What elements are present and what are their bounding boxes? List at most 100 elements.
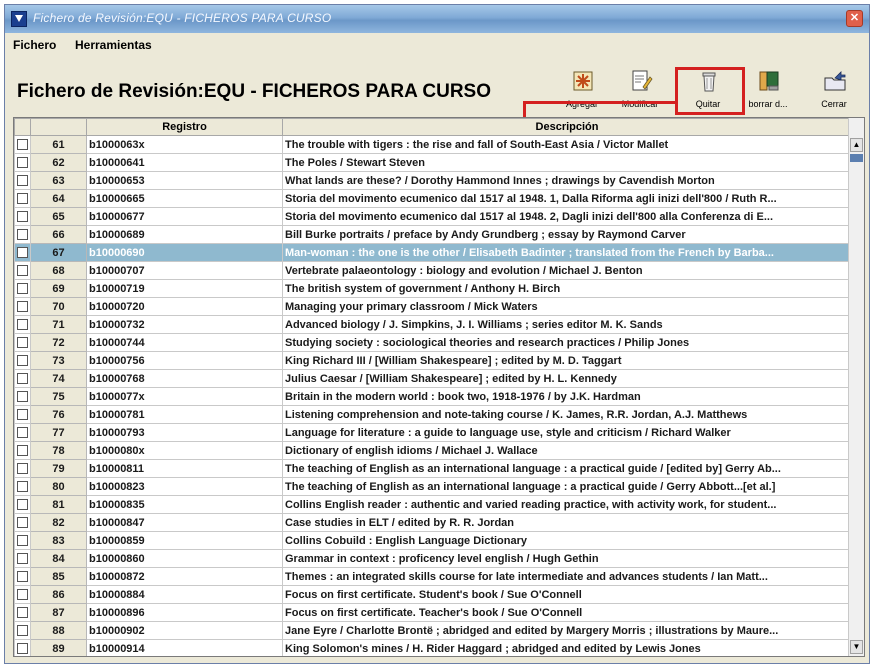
row-descripcion[interactable]: The british system of government / Antho… <box>282 279 852 298</box>
row-checkbox[interactable] <box>17 337 28 349</box>
table-row[interactable]: 89 b10000914 King Solomon's mines / H. Rid… <box>14 639 852 656</box>
table-row[interactable]: 70 b10000720 Managing your primary classro… <box>14 297 852 316</box>
row-registro[interactable]: b10000847 <box>86 513 283 532</box>
row-registro[interactable]: b10000756 <box>86 351 283 370</box>
window-close-button[interactable]: ✕ <box>846 10 863 27</box>
table-row[interactable]: 63 b10000653 What lands are these? / Dorot… <box>14 171 852 190</box>
table-row[interactable]: 87 b10000896 Focus on first certificate. T… <box>14 603 852 622</box>
row-checkbox[interactable] <box>17 139 28 151</box>
row-checkbox-cell[interactable] <box>14 477 31 496</box>
row-checkbox[interactable] <box>17 625 28 637</box>
row-descripcion[interactable]: Storia del movimento ecumenico dal 1517 … <box>282 207 852 226</box>
row-descripcion[interactable]: Collins Cobuild : English Language Dicti… <box>282 531 852 550</box>
row-checkbox-cell[interactable] <box>14 567 31 586</box>
row-checkbox-cell[interactable] <box>14 513 31 532</box>
table-row[interactable]: 78 b1000080x Dictionary of english idioms … <box>14 441 852 460</box>
row-checkbox-cell[interactable] <box>14 459 31 478</box>
row-descripcion[interactable]: Managing your primary classroom / Mick W… <box>282 297 852 316</box>
row-checkbox[interactable] <box>17 463 28 475</box>
row-checkbox[interactable] <box>17 391 28 403</box>
row-registro[interactable]: b10000781 <box>86 405 283 424</box>
scroll-down-arrow-icon[interactable]: ▼ <box>850 640 863 654</box>
row-checkbox[interactable] <box>17 445 28 457</box>
menu-fichero[interactable]: Fichero <box>13 38 56 52</box>
table-row[interactable]: 84 b10000860 Grammar in context : proficen… <box>14 549 852 568</box>
table-row[interactable]: 66 b10000689 Bill Burke portraits / prefac… <box>14 225 852 244</box>
row-checkbox[interactable] <box>17 211 28 223</box>
row-descripcion[interactable]: Julius Caesar / [William Shakespeare] ; … <box>282 369 852 388</box>
row-descripcion[interactable]: King Solomon's mines / H. Rider Haggard … <box>282 639 852 656</box>
row-checkbox-cell[interactable] <box>14 495 31 514</box>
row-checkbox-cell[interactable]: ✔ <box>14 243 31 262</box>
row-descripcion[interactable]: Grammar in context : proficency level en… <box>282 549 852 568</box>
row-registro[interactable]: b10000732 <box>86 315 283 334</box>
row-registro[interactable]: b10000677 <box>86 207 283 226</box>
row-checkbox[interactable] <box>17 175 28 187</box>
row-checkbox-cell[interactable] <box>14 207 31 226</box>
menu-herramientas[interactable]: Herramientas <box>75 38 152 52</box>
row-checkbox[interactable] <box>17 553 28 565</box>
row-checkbox[interactable] <box>17 283 28 295</box>
scroll-thumb[interactable] <box>850 154 863 162</box>
row-descripcion[interactable]: Case studies in ELT / edited by R. R. Jo… <box>282 513 852 532</box>
row-checkbox[interactable] <box>17 301 28 313</box>
table-row[interactable]: 76 b10000781 Listening comprehension and n… <box>14 405 852 424</box>
row-descripcion[interactable]: Language for literature : a guide to lan… <box>282 423 852 442</box>
row-descripcion[interactable]: Focus on first certificate. Student's bo… <box>282 585 852 604</box>
row-registro[interactable]: b10000860 <box>86 549 283 568</box>
row-registro[interactable]: b10000823 <box>86 477 283 496</box>
row-registro[interactable]: b1000077x <box>86 387 283 406</box>
row-descripcion[interactable]: The trouble with tigers : the rise and f… <box>282 135 852 154</box>
table-row[interactable]: 74 b10000768 Julius Caesar / [William Shak… <box>14 369 852 388</box>
row-descripcion[interactable]: Listening comprehension and note-taking … <box>282 405 852 424</box>
table-row[interactable]: 80 b10000823 The teaching of English as an… <box>14 477 852 496</box>
row-descripcion[interactable]: The teaching of English as an internatio… <box>282 477 852 496</box>
header-registro[interactable]: Registro <box>86 118 283 136</box>
row-descripcion[interactable]: Dictionary of english idioms / Michael J… <box>282 441 852 460</box>
table-row[interactable]: 85 b10000872 Themes : an integrated skills… <box>14 567 852 586</box>
row-registro[interactable]: b10000744 <box>86 333 283 352</box>
row-descripcion[interactable]: What lands are these? / Dorothy Hammond … <box>282 171 852 190</box>
row-registro[interactable]: b10000902 <box>86 621 283 640</box>
row-checkbox[interactable] <box>17 589 28 601</box>
row-registro[interactable]: b10000768 <box>86 369 283 388</box>
row-descripcion[interactable]: Britain in the modern world : book two, … <box>282 387 852 406</box>
row-checkbox-cell[interactable] <box>14 333 31 352</box>
row-checkbox[interactable] <box>17 319 28 331</box>
table-row[interactable]: 69 b10000719 The british system of governm… <box>14 279 852 298</box>
row-checkbox-cell[interactable] <box>14 621 31 640</box>
row-registro[interactable]: b10000914 <box>86 639 283 656</box>
row-checkbox[interactable] <box>17 499 28 511</box>
table-row[interactable]: 86 b10000884 Focus on first certificate. S… <box>14 585 852 604</box>
row-checkbox-cell[interactable] <box>14 261 31 280</box>
row-checkbox-cell[interactable] <box>14 297 31 316</box>
table-row[interactable]: ✔ 67 b10000690 Man-woman : the one is the o… <box>14 243 852 262</box>
row-registro[interactable]: b1000063x <box>86 135 283 154</box>
row-checkbox-cell[interactable] <box>14 639 31 656</box>
row-descripcion[interactable]: The teaching of English as an internatio… <box>282 459 852 478</box>
row-descripcion[interactable]: Man-woman : the one is the other / Elisa… <box>282 243 852 262</box>
row-checkbox-cell[interactable] <box>14 531 31 550</box>
table-row[interactable]: 71 b10000732 Advanced biology / J. Simpkin… <box>14 315 852 334</box>
row-registro[interactable]: b1000080x <box>86 441 283 460</box>
row-checkbox[interactable] <box>17 427 28 439</box>
row-registro[interactable]: b10000690 <box>86 243 283 262</box>
row-checkbox-cell[interactable] <box>14 351 31 370</box>
row-registro[interactable]: b10000884 <box>86 585 283 604</box>
row-registro[interactable]: b10000665 <box>86 189 283 208</box>
row-checkbox-cell[interactable] <box>14 279 31 298</box>
table-row[interactable]: 82 b10000847 Case studies in ELT / edited … <box>14 513 852 532</box>
row-checkbox-cell[interactable] <box>14 603 31 622</box>
row-checkbox[interactable] <box>17 607 28 619</box>
row-checkbox-cell[interactable] <box>14 369 31 388</box>
row-checkbox[interactable] <box>17 193 28 205</box>
table-row[interactable]: 79 b10000811 The teaching of English as an… <box>14 459 852 478</box>
scroll-up-arrow-icon[interactable]: ▲ <box>850 138 863 152</box>
cerrar-button[interactable]: Cerrar <box>801 65 867 111</box>
row-checkbox-cell[interactable] <box>14 387 31 406</box>
row-checkbox-cell[interactable] <box>14 423 31 442</box>
row-checkbox[interactable] <box>17 373 28 385</box>
row-checkbox[interactable] <box>17 409 28 421</box>
table-row[interactable]: 75 b1000077x Britain in the modern world :… <box>14 387 852 406</box>
row-descripcion[interactable]: The Poles / Stewart Steven <box>282 153 852 172</box>
